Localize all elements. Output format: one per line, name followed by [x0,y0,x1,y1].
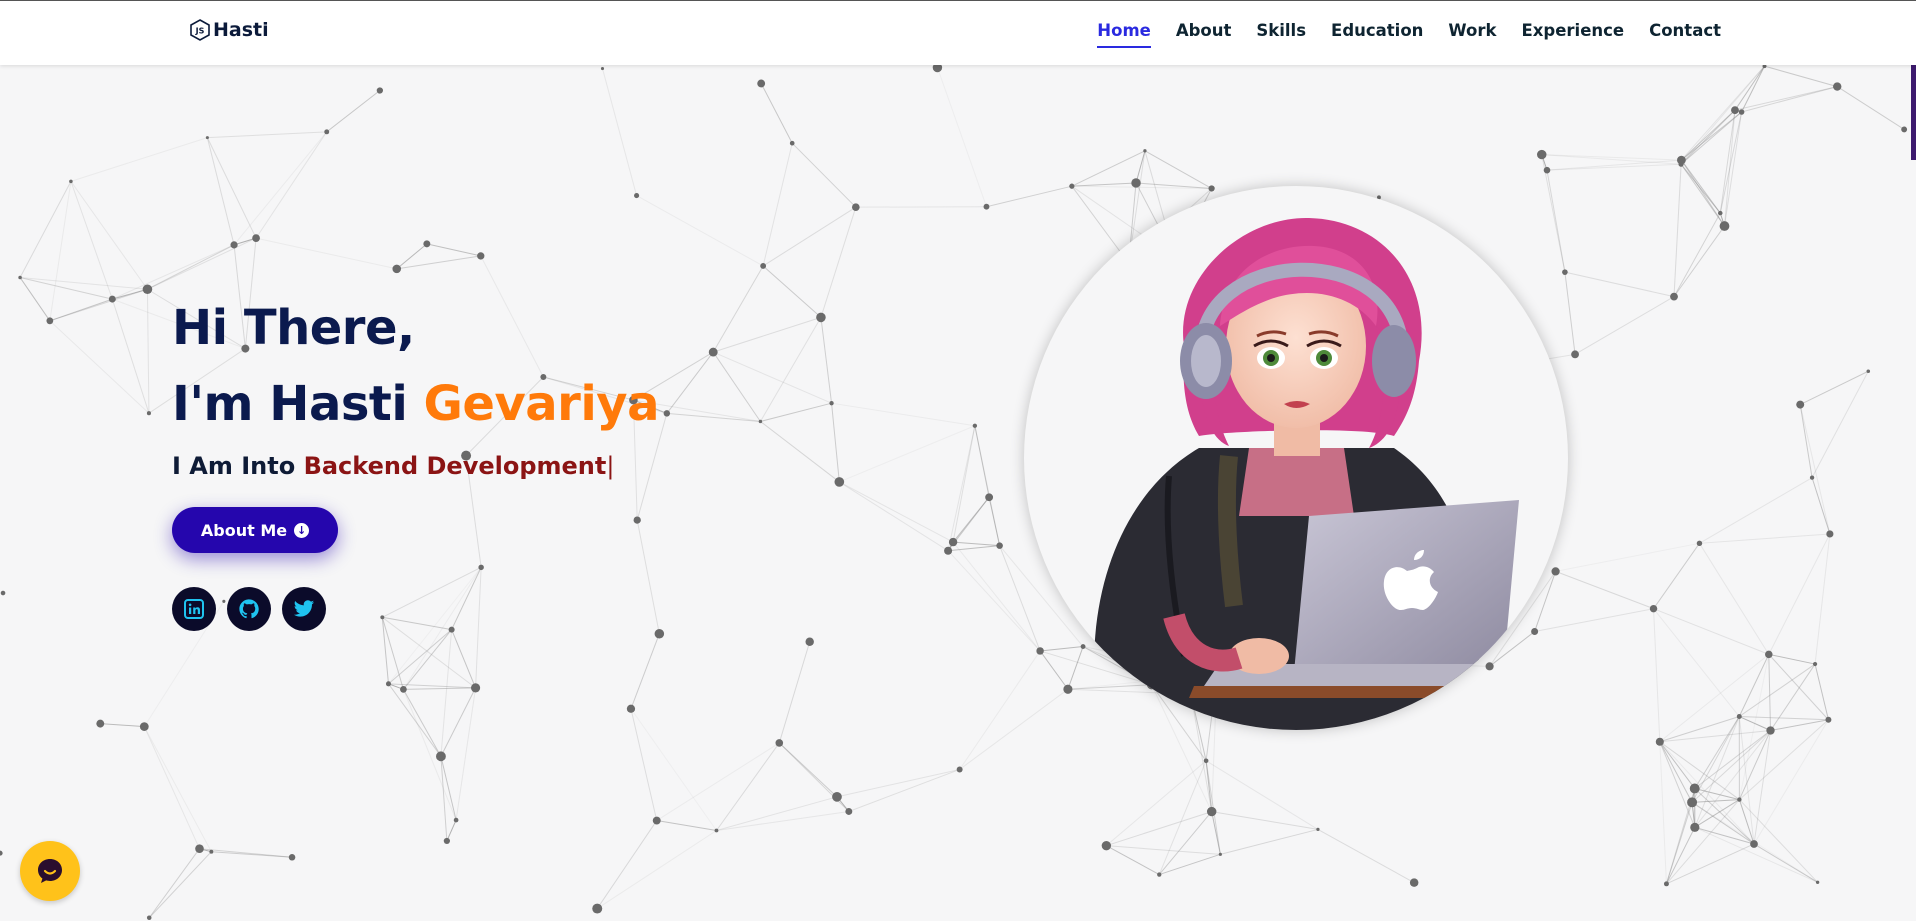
nav-skills[interactable]: Skills [1256,21,1306,48]
twitter-icon [293,600,315,617]
nav-education[interactable]: Education [1331,21,1423,48]
nav-contact[interactable]: Contact [1649,21,1721,48]
nav-experience[interactable]: Experience [1521,21,1624,48]
avatar-image [1024,186,1568,730]
hero-line-2: I'm Hasti Gevariya [172,366,659,442]
svg-text:JS: JS [195,27,205,36]
social-links [172,587,326,631]
brand-logo[interactable]: JS Hasti [190,19,269,41]
hero-name-accent: Gevariya [423,376,660,432]
about-me-label: About Me [200,520,288,540]
scrollbar-thumb[interactable] [1911,65,1916,160]
navbar: JS Hasti Home About Skills Education Wor… [0,0,1916,65]
role-typed-text: Backend Development [303,452,607,480]
chat-widget-button[interactable] [20,841,80,901]
main-nav: Home About Skills Education Work Experie… [1097,21,1721,48]
girl-with-headphones-laptop [1084,217,1519,730]
chat-bubble-icon [38,859,62,883]
nav-about[interactable]: About [1176,21,1232,48]
twitter-link[interactable] [282,587,326,631]
nav-work[interactable]: Work [1448,21,1496,48]
brand-name: Hasti [213,19,269,41]
hero-name-prefix: I'm Hasti [172,376,424,432]
typing-cursor: | [606,452,615,480]
hero-line-1: Hi There, [172,300,415,356]
about-me-button[interactable]: About Me ↓ [172,507,338,553]
nav-home[interactable]: Home [1097,21,1151,48]
linkedin-icon [184,599,204,619]
hero-role: I Am Into Backend Development| [172,452,614,480]
nodejs-hex-icon: JS [190,19,210,41]
arrow-circle-down-icon: ↓ [294,522,310,538]
linkedin-link[interactable] [172,587,216,631]
github-link[interactable] [227,587,271,631]
github-icon [239,599,259,619]
hero-greeting: Hi There, I'm Hasti Gevariya [172,290,659,442]
role-prefix: I Am Into [172,452,304,480]
